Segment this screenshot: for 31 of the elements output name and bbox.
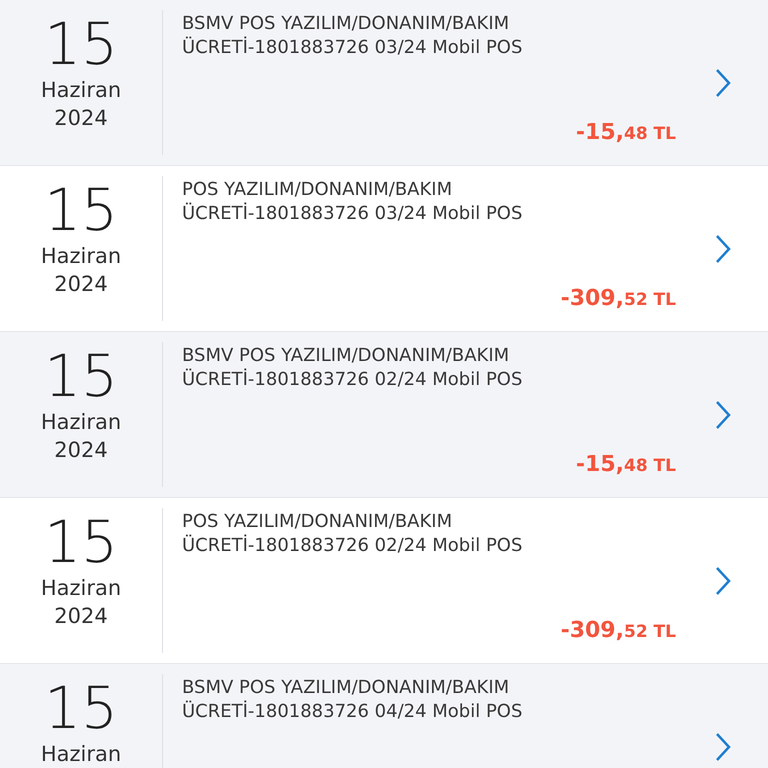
transaction-amount: -15,48 TL xyxy=(576,451,676,479)
transaction-row[interactable]: 15 Haziran 2024 BSMV POS YAZILIM/DONANIM/BAKIM ÜCRETİ-1801883726 02/24 Mobil POS -15,48 TL xyxy=(0,332,768,498)
transaction-row[interactable]: 15 Haziran BSMV POS YAZILIM/DONANIM/BAKIM ÜCRETİ-1801883726 04/24 Mobil POS xyxy=(0,664,768,768)
year-label: 2024 xyxy=(54,603,108,630)
day-number: 15 xyxy=(44,344,118,408)
day-number: 15 xyxy=(44,12,118,76)
day-number: 15 xyxy=(44,676,118,740)
transaction-description: POS YAZILIM/DONANIM/BAKIM ÜCRETİ-1801883726 03/24 Mobil POS xyxy=(182,178,524,226)
month-label: Haziran xyxy=(40,77,122,104)
chevron-right-icon xyxy=(715,234,731,264)
transaction-description: BSMV POS YAZILIM/DONANIM/BAKIM ÜCRETİ-1801883726 02/24 Mobil POS xyxy=(182,344,524,392)
transaction-amount: -309,52 TL xyxy=(560,285,676,313)
chevron-right-icon xyxy=(715,566,731,596)
month-label: Haziran xyxy=(40,243,122,270)
transaction-amount: -15,48 TL xyxy=(576,119,676,147)
year-label: 2024 xyxy=(54,437,108,464)
month-label: Haziran xyxy=(40,741,122,768)
chevron-right-icon xyxy=(715,732,731,762)
year-label: 2024 xyxy=(54,271,108,298)
transaction-amount: -309,52 TL xyxy=(560,617,676,645)
month-label: Haziran xyxy=(40,409,122,436)
chevron-right-icon xyxy=(715,400,731,430)
month-label: Haziran xyxy=(40,575,122,602)
transaction-row[interactable]: 15 Haziran 2024 BSMV POS YAZILIM/DONANIM/BAKIM ÜCRETİ-1801883726 03/24 Mobil POS -15,48 TL xyxy=(0,0,768,166)
year-label: 2024 xyxy=(54,105,108,132)
transaction-description: BSMV POS YAZILIM/DONANIM/BAKIM ÜCRETİ-1801883726 03/24 Mobil POS xyxy=(182,12,524,60)
day-number: 15 xyxy=(44,178,118,242)
transaction-description: POS YAZILIM/DONANIM/BAKIM ÜCRETİ-1801883726 02/24 Mobil POS xyxy=(182,510,524,558)
transaction-description: BSMV POS YAZILIM/DONANIM/BAKIM ÜCRETİ-1801883726 04/24 Mobil POS xyxy=(182,676,524,724)
chevron-right-icon xyxy=(715,68,731,98)
day-number: 15 xyxy=(44,510,118,574)
